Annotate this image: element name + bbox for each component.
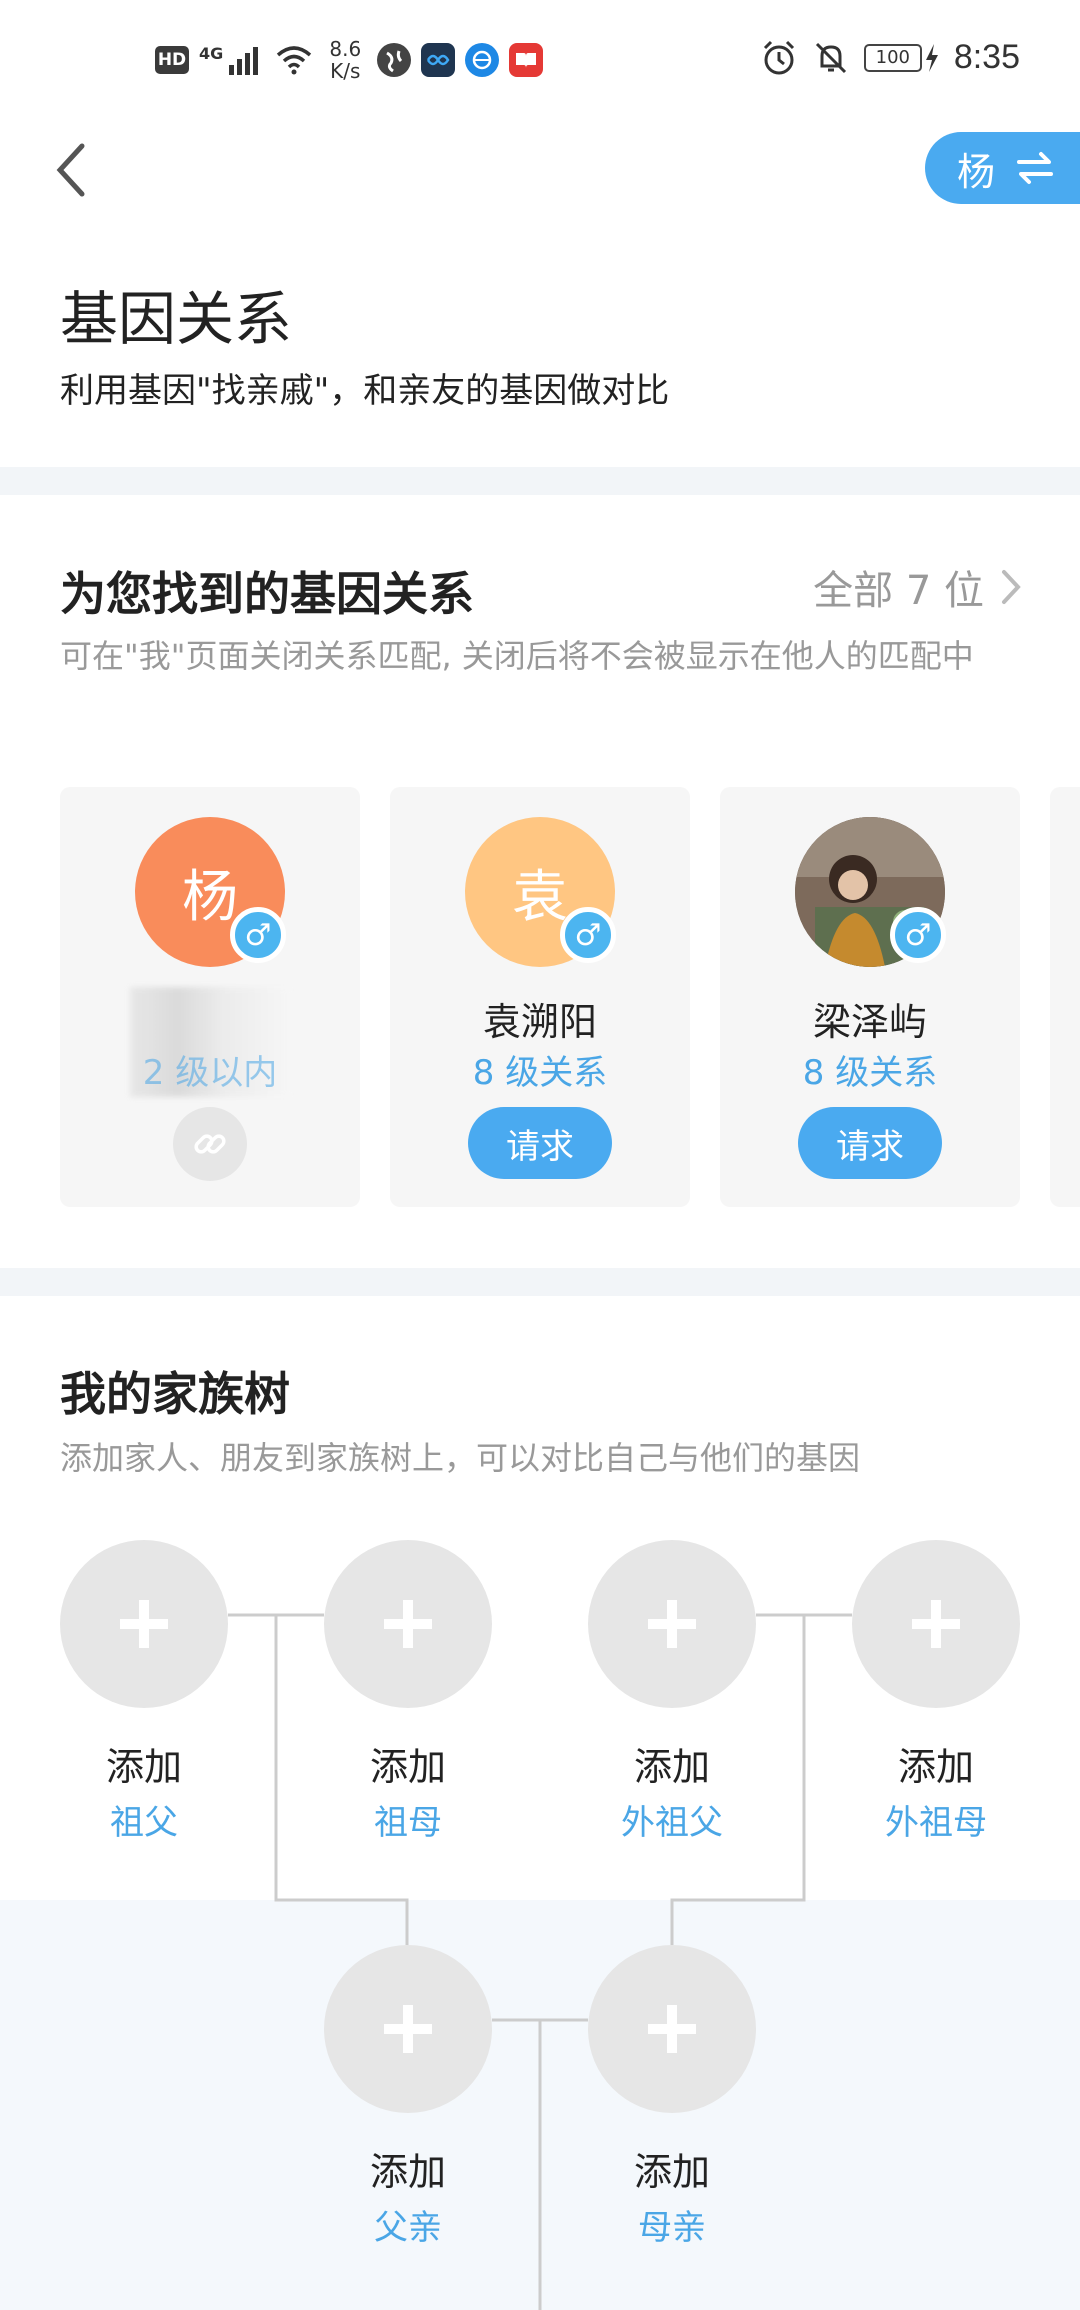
net-speed: 8.6 K/s [323,38,367,82]
browser-app-icon [465,43,500,77]
network-type: 4G [199,43,224,63]
role-label: 外祖父 [621,1803,723,1843]
role-label: 祖父 [110,1803,178,1843]
section-divider [0,467,1080,495]
battery-level: 100 [875,47,910,68]
role-label: 母亲 [638,2208,706,2248]
mute-bell-icon [815,42,846,73]
tree-node-maternal-grandmother[interactable]: 添加 外祖母 [852,1540,1020,1844]
page-title: 基因关系 [60,285,293,353]
chevron-left-icon [56,143,85,197]
role-label: 外祖母 [885,1803,987,1843]
section-divider [0,1268,1080,1296]
match-name: 梁泽屿 [812,1000,927,1044]
plus-icon [384,2005,432,2053]
swap-icon [1017,152,1054,184]
infinity-app-icon [421,43,456,77]
male-icon: ♂ [890,907,946,963]
match-card[interactable]: 杨 ♂ 2 级以内 [60,787,360,1207]
charging-icon [925,43,938,72]
link-icon [194,1134,226,1154]
link-button[interactable] [173,1107,247,1181]
status-right: 100 8:35 [760,38,1020,77]
request-button[interactable]: 请求 [798,1107,942,1179]
role-label: 祖母 [374,1803,442,1843]
add-circle[interactable] [60,1540,228,1708]
family-tree-title: 我的家族树 [60,1367,290,1421]
match-level: 2 级以内 [142,1053,278,1093]
male-icon: ♂ [230,907,286,963]
status-bar: HD 4G 8.6 K/s 100 8:35 [0,0,1080,120]
matches-title: 为您找到的基因关系 [60,567,474,621]
add-label: 添加 [369,1745,446,1789]
add-label: 添加 [897,1745,974,1789]
role-label: 父亲 [374,2208,442,2248]
net-speed-value: 8.6 [329,37,362,61]
add-label: 添加 [633,2150,710,2194]
globe-app-icon [377,43,412,77]
user-initial: 杨 [957,149,996,194]
family-tree-description: 添加家人、朋友到家族树上，可以对比自己与他们的基因 [60,1439,861,1477]
plus-icon [912,1600,960,1648]
tree-node-father[interactable]: 添加 父亲 [324,1945,492,2249]
male-icon: ♂ [560,907,616,963]
tree-node-grandfather[interactable]: 添加 祖父 [60,1540,228,1844]
match-name: 袁溯阳 [482,1000,597,1044]
book-app-icon [509,43,544,77]
match-card-partial[interactable] [1050,787,1080,1207]
chevron-right-icon [1002,570,1021,604]
battery-icon: 100 [863,43,922,72]
match-level: 8 级关系 [802,1053,938,1093]
tree-node-grandmother[interactable]: 添加 祖母 [324,1540,492,1844]
add-circle[interactable] [588,1540,756,1708]
tree-node-mother[interactable]: 添加 母亲 [588,1945,756,2249]
plus-icon [120,1600,168,1648]
add-label: 添加 [369,2150,446,2194]
plus-icon [648,2005,696,2053]
status-left: HD 4G 8.6 K/s [155,38,544,82]
see-all-label: 全部 7 位 [813,568,984,614]
page-subtitle: 利用基因"找亲戚"，和亲友的基因做对比 [60,371,670,411]
match-card-list[interactable]: 杨 ♂ 2 级以内 袁 ♂ 袁溯阳 8 级关系 请求 ♂ 梁泽屿 8 级关系 请… [60,787,1080,1207]
see-all-button[interactable]: 全部 7 位 [813,558,1022,616]
add-circle[interactable] [588,1945,756,2113]
clock: 8:35 [953,38,1020,76]
match-card[interactable]: ♂ 梁泽屿 8 级关系 请求 [720,787,1020,1207]
plus-icon [384,1600,432,1648]
match-level: 8 级关系 [472,1053,608,1093]
add-label: 添加 [105,1745,182,1789]
request-button[interactable]: 请求 [468,1107,612,1179]
signal-icon [229,47,259,75]
user-switch-button[interactable]: 杨 [925,132,1080,204]
add-label: 添加 [633,1745,710,1789]
back-button[interactable] [40,130,100,210]
plus-icon [648,1600,696,1648]
alarm-icon [763,40,794,74]
matches-description: 可在"我"页面关闭关系匹配, 关闭后将不会被显示在他人的匹配中 [60,637,974,675]
match-card[interactable]: 袁 ♂ 袁溯阳 8 级关系 请求 [390,787,690,1207]
wifi-icon [277,46,312,75]
add-circle[interactable] [324,1540,492,1708]
avatar-initial: 杨 [182,864,238,930]
avatar-initial: 袁 [512,864,568,930]
tree-node-maternal-grandfather[interactable]: 添加 外祖父 [588,1540,756,1844]
add-circle[interactable] [852,1540,1020,1708]
net-speed-unit: K/s [330,59,361,83]
hd-icon: HD [155,46,189,74]
add-circle[interactable] [324,1945,492,2113]
